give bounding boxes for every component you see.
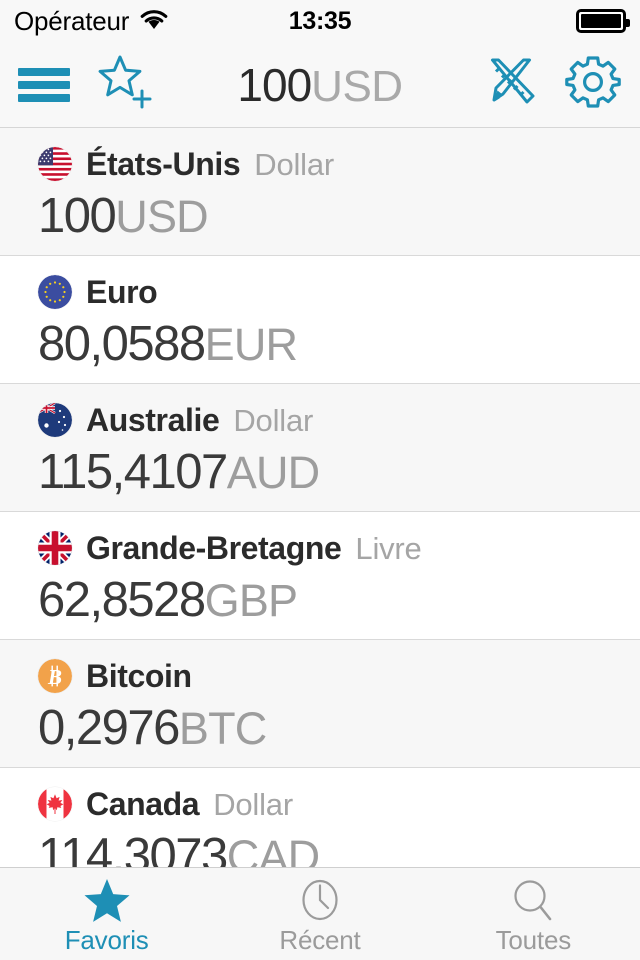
currency-amount: 62,8528 bbox=[38, 573, 206, 627]
currency-row-header: Canada Dollar bbox=[38, 778, 640, 830]
currency-amount: 114,3073 bbox=[38, 829, 228, 868]
currency-row-eur[interactable]: Euro 80,0588EUR bbox=[0, 256, 640, 384]
currency-country-name: Euro bbox=[86, 274, 158, 310]
settings-button[interactable] bbox=[564, 53, 622, 116]
currency-row-usd[interactable]: États-Unis Dollar 100USD bbox=[0, 128, 640, 256]
add-favorite-button[interactable] bbox=[96, 53, 156, 116]
nav-bar: 100USD bbox=[0, 42, 640, 128]
flag-ca-icon bbox=[38, 787, 72, 821]
clock-icon bbox=[295, 878, 345, 924]
currency-amount: 115,4107 bbox=[38, 445, 228, 499]
nav-title-amount: 100 bbox=[237, 58, 312, 111]
currency-row-value: 80,0588EUR bbox=[38, 320, 640, 369]
currency-row-aud[interactable]: Australie Dollar 115,4107AUD bbox=[0, 384, 640, 512]
currency-country-name: États-Unis bbox=[86, 146, 241, 182]
nav-bar-left bbox=[18, 53, 156, 116]
battery-full-icon bbox=[576, 9, 630, 33]
currency-amount: 80,0588 bbox=[38, 317, 206, 371]
flag-au-icon bbox=[38, 403, 72, 437]
tab-bar: Favoris Récent Toutes bbox=[0, 867, 640, 960]
tab-recent[interactable]: Récent bbox=[213, 868, 426, 960]
currency-list[interactable]: États-Unis Dollar 100USD Euro 80,0588EUR… bbox=[0, 128, 640, 867]
flag-gb-icon bbox=[38, 531, 72, 565]
currency-amount: 100 bbox=[38, 189, 117, 243]
status-bar-clock: 13:35 bbox=[288, 6, 352, 35]
bitcoin-icon: B bbox=[38, 659, 72, 693]
star-filled-icon bbox=[82, 878, 132, 924]
currency-code: USD bbox=[115, 191, 208, 242]
currency-type-label: Livre bbox=[355, 530, 422, 566]
tab-label: Récent bbox=[279, 924, 361, 955]
currency-country-name: Australie bbox=[86, 402, 220, 438]
currency-row-header: Grande-Bretagne Livre bbox=[38, 522, 640, 574]
currency-row-cad[interactable]: Canada Dollar 114,3073CAD bbox=[0, 768, 640, 867]
currency-row-value: 100USD bbox=[38, 192, 640, 241]
magnifier-icon bbox=[508, 878, 558, 924]
flag-us-icon bbox=[38, 147, 72, 181]
app-root: Opérateur 13:35 100USD États-Unis Dollar… bbox=[0, 0, 640, 960]
svg-text:B: B bbox=[47, 665, 62, 689]
currency-row-header: Euro bbox=[38, 266, 640, 318]
tab-label: Toutes bbox=[495, 924, 572, 955]
status-bar-right bbox=[576, 9, 630, 33]
currency-amount: 0,2976 bbox=[38, 701, 180, 755]
currency-row-value: 115,4107AUD bbox=[38, 448, 640, 497]
currency-type-label: Dollar bbox=[213, 786, 293, 822]
currency-code: EUR bbox=[204, 319, 298, 370]
currency-code: CAD bbox=[226, 831, 320, 867]
currency-country-name: Grande-Bretagne bbox=[86, 530, 342, 566]
currency-country-name: Canada bbox=[86, 786, 200, 822]
gear-icon bbox=[564, 53, 622, 116]
menu-button[interactable] bbox=[18, 67, 70, 102]
currency-type-label: Dollar bbox=[254, 146, 335, 182]
currency-code: BTC bbox=[178, 703, 267, 754]
status-bar: Opérateur 13:35 bbox=[0, 0, 640, 42]
currency-row-value: 0,2976BTC bbox=[38, 704, 640, 753]
nav-title-currency: USD bbox=[311, 61, 403, 111]
currency-row-value: 62,8528GBP bbox=[38, 576, 640, 625]
currency-row-header: B Bitcoin bbox=[38, 650, 640, 702]
tab-label: Favoris bbox=[64, 924, 149, 955]
currency-type-label: Dollar bbox=[233, 402, 314, 438]
star-plus-icon bbox=[96, 53, 156, 116]
currency-code: AUD bbox=[226, 447, 320, 498]
flag-eu-icon bbox=[38, 275, 72, 309]
nav-bar-right bbox=[482, 53, 622, 116]
ruler-pencil-icon bbox=[482, 53, 540, 116]
tab-toutes[interactable]: Toutes bbox=[427, 868, 640, 960]
hamburger-menu-icon bbox=[18, 67, 70, 102]
currency-row-btc[interactable]: B Bitcoin 0,2976BTC bbox=[0, 640, 640, 768]
currency-row-gbp[interactable]: Grande-Bretagne Livre 62,8528GBP bbox=[0, 512, 640, 640]
converter-button[interactable] bbox=[482, 53, 540, 116]
currency-country-name: Bitcoin bbox=[86, 658, 192, 694]
currency-row-value: 114,3073CAD bbox=[38, 829, 640, 868]
currency-code: GBP bbox=[204, 575, 298, 626]
currency-row-header: Australie Dollar bbox=[38, 394, 640, 446]
currency-row-header: États-Unis Dollar bbox=[38, 138, 640, 190]
battery-fill bbox=[581, 14, 621, 28]
tab-favoris[interactable]: Favoris bbox=[0, 868, 213, 960]
